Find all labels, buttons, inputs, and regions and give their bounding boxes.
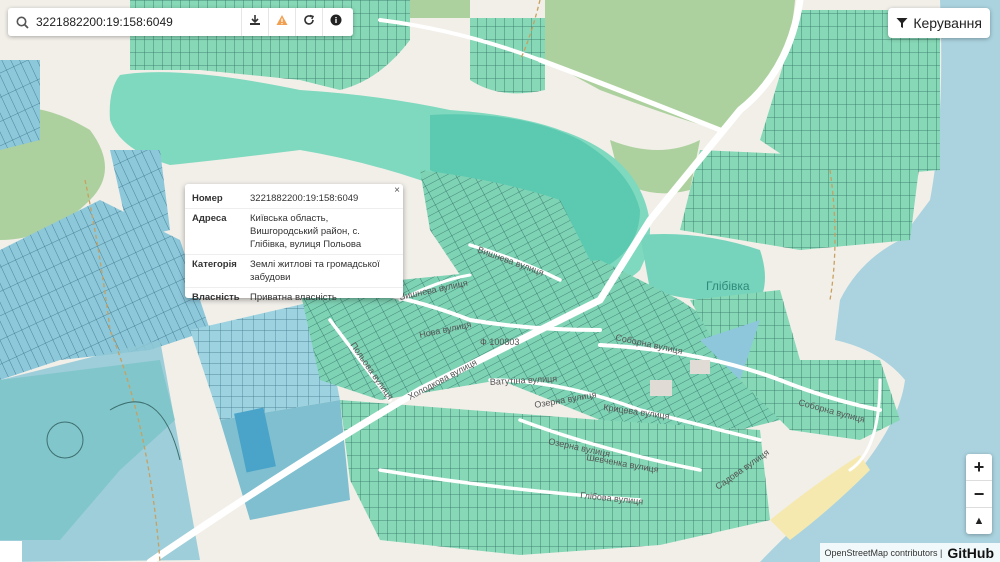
place-label: Глібівка: [706, 279, 750, 293]
info-icon: [330, 13, 342, 31]
warning-icon: [276, 13, 288, 31]
attribution: OpenStreetMap contributors | GitHub: [820, 543, 1000, 562]
popup-row-ownership: Власність Приватна власність: [185, 288, 403, 307]
zoom-in-button[interactable]: +: [966, 454, 992, 481]
popup-value: 3221882200:19:158:6049: [250, 193, 359, 204]
search-input[interactable]: [36, 15, 241, 29]
refresh-icon: [303, 13, 315, 31]
popup-value: Приватна власність: [250, 292, 337, 303]
popup-row-number: Номер 3221882200:19:158:6049: [185, 189, 403, 209]
popup-key: Категорія: [192, 259, 237, 270]
cadastral-map[interactable]: Глібівка Ф 100803 Вишнева вулиця Вишнева…: [0, 0, 1000, 562]
popup-key: Власність: [192, 292, 240, 303]
filter-icon: [896, 18, 908, 28]
download-button[interactable]: [241, 8, 268, 36]
popup-row-address: Адреса Київська область, Вишгородський р…: [185, 209, 403, 255]
popup-value: Київська область, Вишгородський район, с…: [250, 213, 362, 250]
warning-button[interactable]: [268, 8, 295, 36]
download-icon: [249, 13, 261, 31]
github-link[interactable]: GitHub: [947, 545, 994, 561]
zoom-out-button[interactable]: −: [966, 481, 992, 508]
popup-row-category: Категорія Землі житлові та громадської з…: [185, 255, 403, 288]
info-button[interactable]: [322, 8, 349, 36]
zoom-control: + − ▲: [966, 454, 992, 534]
parcel-popup: × Номер 3221882200:19:158:6049 Адреса Ки…: [185, 184, 403, 303]
popup-key: Адреса: [192, 213, 227, 224]
control-button[interactable]: Керування: [888, 8, 990, 38]
map-corner: [0, 541, 22, 562]
refresh-button[interactable]: [295, 8, 322, 36]
popup-close-button[interactable]: ×: [394, 185, 400, 196]
control-label: Керування: [913, 15, 982, 31]
parcel-label: Ф 100803: [480, 337, 519, 347]
search-bar: [8, 8, 353, 36]
popup-key: Номер: [192, 193, 223, 204]
north-arrow-button[interactable]: ▲: [966, 508, 992, 534]
osm-attribution-link[interactable]: OpenStreetMap contributors |: [824, 548, 942, 558]
popup-value: Землі житлові та громадської забудови: [250, 259, 380, 283]
search-icon: [8, 16, 36, 29]
